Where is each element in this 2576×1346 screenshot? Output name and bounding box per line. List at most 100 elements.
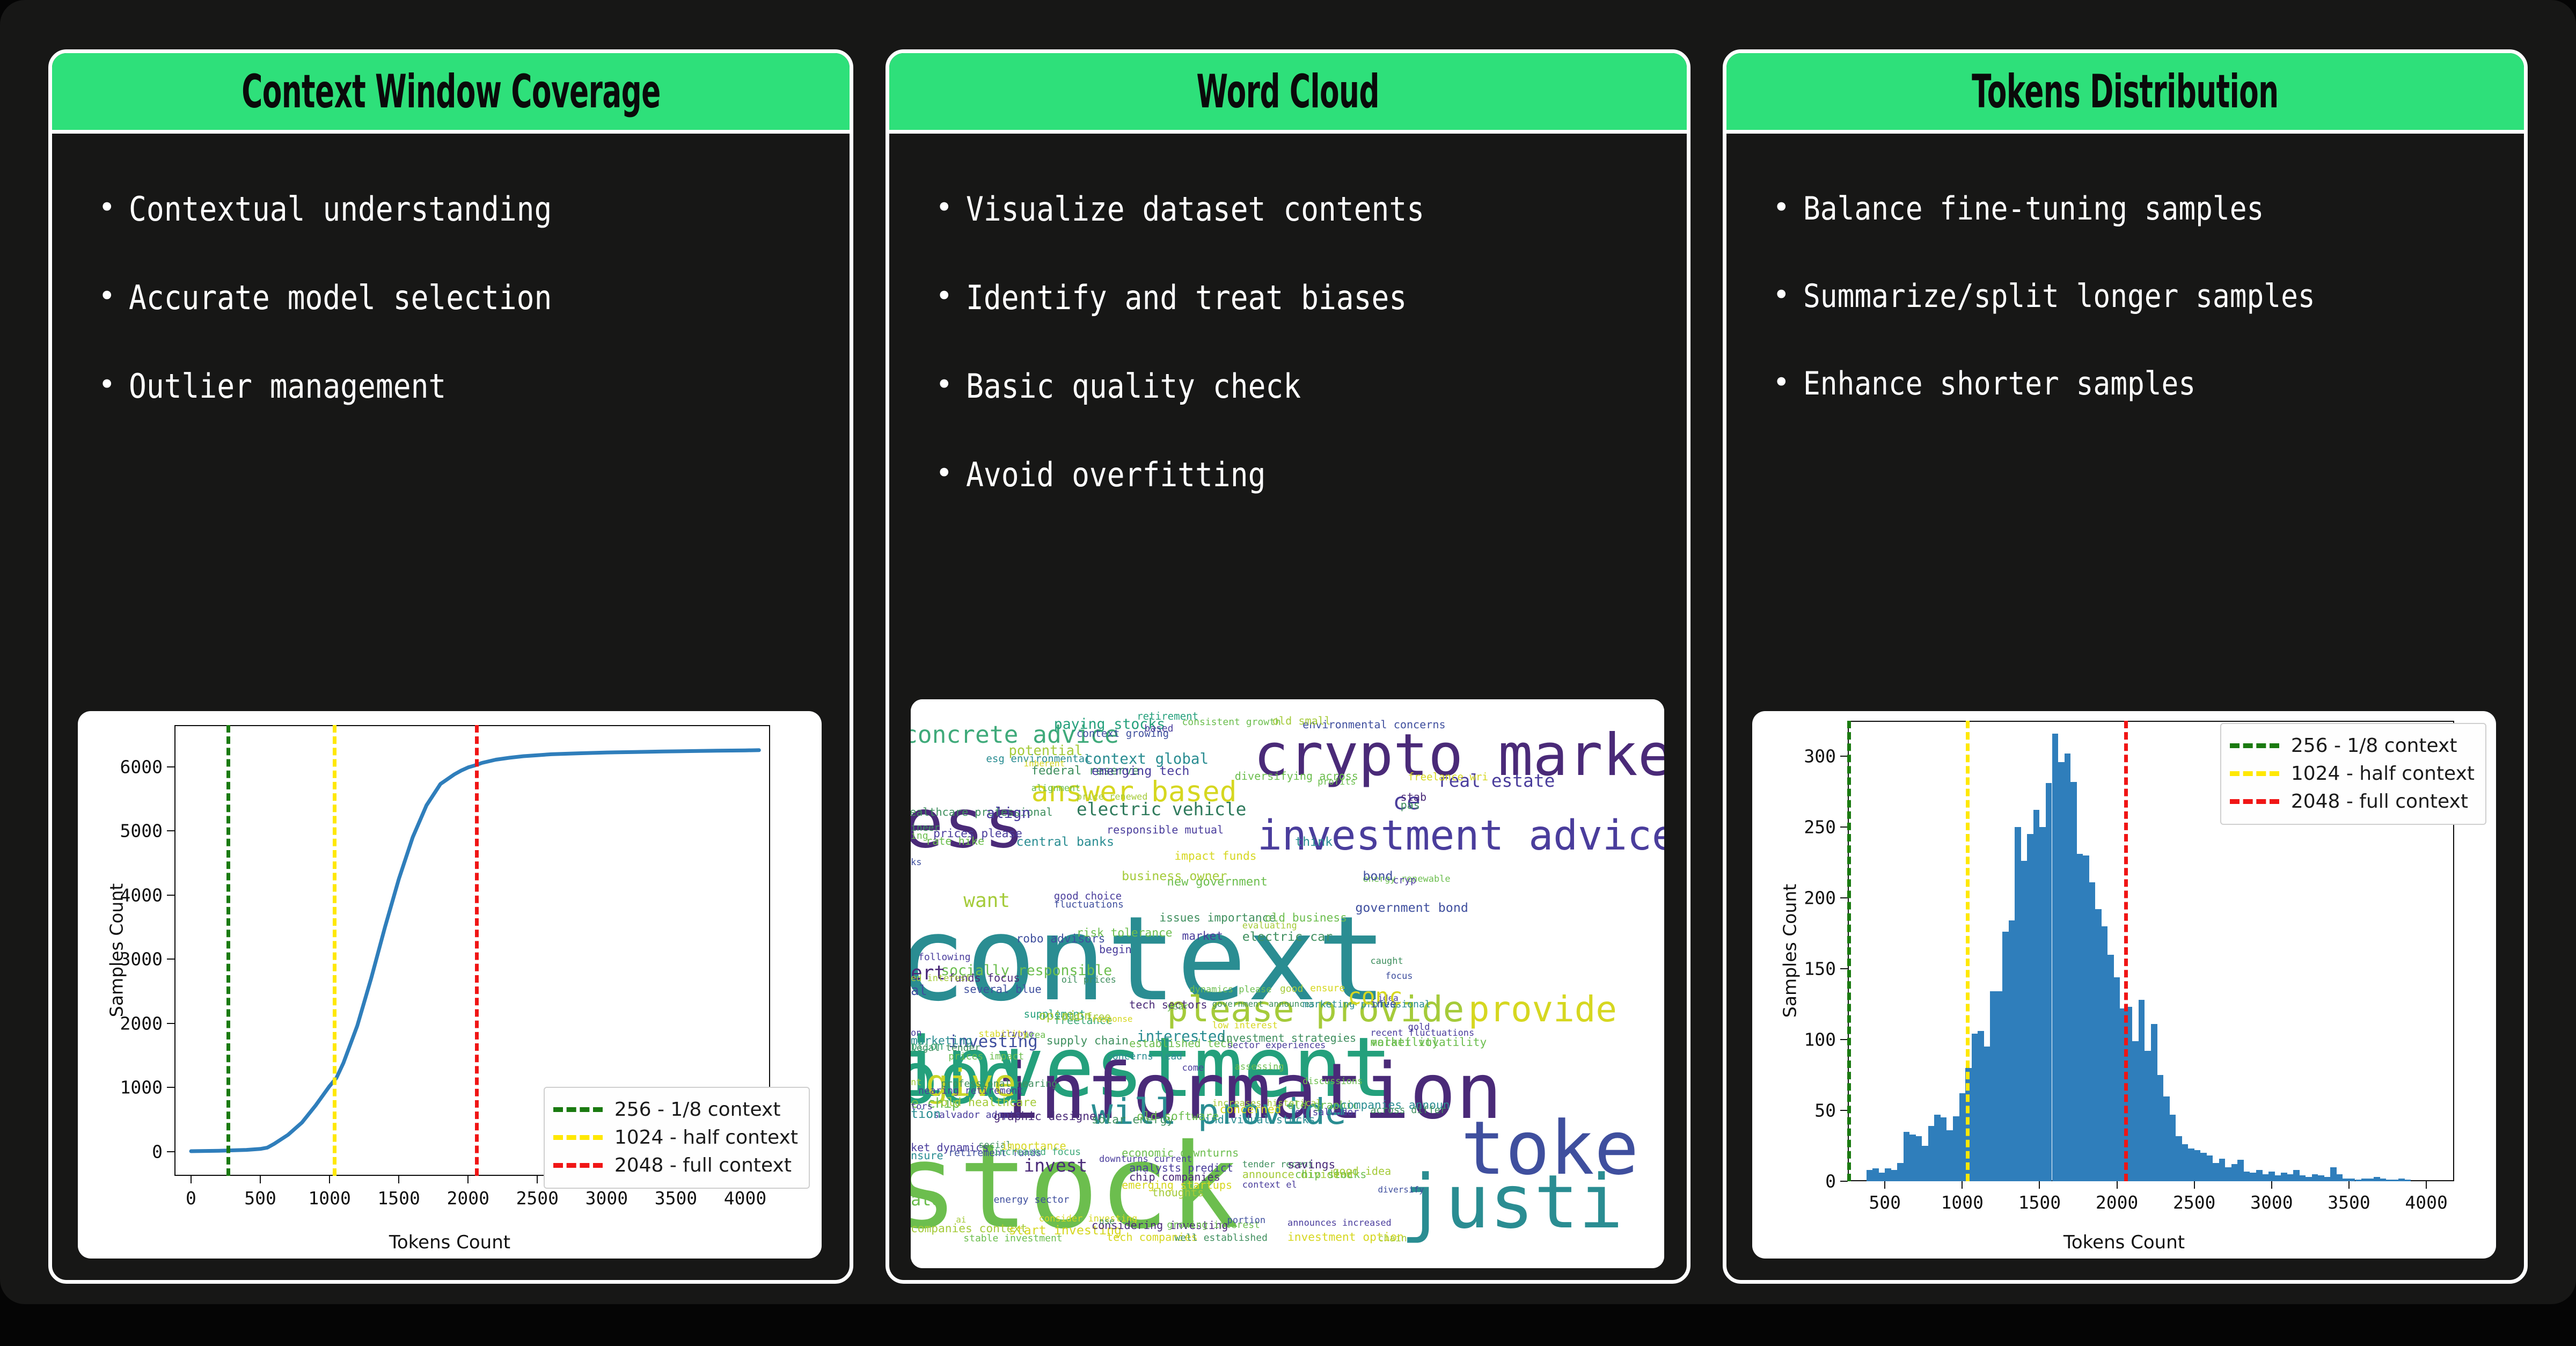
legend-dash-icon: [553, 1162, 603, 1168]
y-tick-label: 0: [1825, 1171, 1836, 1192]
word-cloud-word: discussions: [1302, 1075, 1363, 1086]
histogram-bar: [1922, 1146, 1928, 1181]
word-cloud-word: inherent: [1023, 758, 1065, 769]
histogram-bar: [1940, 1117, 1947, 1181]
word-cloud-word: stability: [978, 1028, 1028, 1039]
legend-dash-icon: [553, 1107, 603, 1112]
histogram-bar: [2089, 882, 2096, 1181]
word-cloud-word: supply chain: [1046, 1034, 1129, 1048]
bullet-marker-icon: •: [98, 191, 116, 224]
screenshot-root: Context Window Coverage • Contextual und…: [0, 0, 2576, 1346]
word-cloud-word: concerns lead: [1107, 1051, 1183, 1063]
histogram-bar: [2027, 834, 2033, 1181]
word-cloud-word: response: [1091, 1014, 1133, 1025]
x-tick-mark: [2116, 1181, 2118, 1189]
word-cloud-word: across differ: [1370, 1104, 1446, 1116]
histogram-bar: [1996, 991, 2003, 1181]
histogram-bar: [2076, 854, 2083, 1181]
histogram-bar: [2169, 1114, 2176, 1181]
histogram-bar: [2330, 1167, 2337, 1181]
word-cloud-word: ks: [911, 856, 922, 867]
word-cloud-canvas: context stock investment information crypto …: [911, 699, 1664, 1268]
histogram-bar: [2306, 1177, 2312, 1181]
legend-dash-icon: [2229, 771, 2279, 776]
histogram-bar: [2231, 1164, 2238, 1181]
histogram-bar: [1866, 1169, 1873, 1181]
legend-label: 2048 - full context: [2290, 790, 2468, 813]
legend-row: 1024 - half context: [2229, 759, 2475, 787]
histogram-bar: [1984, 1047, 1990, 1181]
histogram-bar: [2348, 1178, 2355, 1181]
card-title-2: Tokens Distribution: [1972, 64, 2279, 119]
histogram-bar: [2386, 1180, 2392, 1181]
word-cloud-word: ate: [911, 1189, 942, 1210]
list-item: • Balance fine-tuning samples: [1773, 192, 2502, 225]
word-cloud-word: profits: [1318, 776, 1356, 787]
bullet-marker-icon: •: [98, 279, 116, 313]
word-cloud-word: nsure: [911, 1149, 943, 1162]
list-item: • Basic quality check: [935, 367, 1665, 406]
histogram-bar: [2219, 1158, 2226, 1181]
threshold-line-2048: [2124, 721, 2128, 1181]
word-cloud-word: oil prices: [1061, 974, 1116, 985]
bullet-text: Basic quality check: [965, 367, 1301, 406]
histogram-bar: [1928, 1126, 1935, 1181]
word-cloud-word: concerned: [1219, 1102, 1282, 1116]
card-tokens-distribution: Tokens Distribution • Balance fine-tunin…: [1723, 49, 2528, 1284]
word-cloud-word: caught: [1370, 955, 1403, 967]
word-cloud-word: begin: [1099, 942, 1132, 956]
word-cloud-word: provide: [1468, 989, 1617, 1030]
bullet-list-0: • Contextual understanding • Accurate mo…: [98, 191, 828, 458]
bullet-text: Avoid overfitting: [965, 455, 1265, 494]
word-cloud-word: sector experiences: [1227, 1040, 1326, 1050]
histogram-bar: [2002, 932, 2009, 1181]
word-cloud-word: announces increased: [1287, 1217, 1392, 1228]
histogram-bar: [2070, 781, 2077, 1181]
histogram-bar: [2176, 1136, 2182, 1181]
line-chart: 0 1000 2000 3000 4000 5000 6000 0 500 1000 1500 200…: [78, 711, 822, 1259]
histogram-bar: [2206, 1155, 2213, 1181]
histogram-bar: [1934, 1114, 1941, 1181]
x-axis-label: Tokens Count: [2063, 1232, 2185, 1253]
histogram-bar: [2132, 1041, 2139, 1181]
word-cloud-word: following: [918, 951, 971, 963]
x-tick-mark: [2193, 1181, 2195, 1189]
word-cloud-word: focus: [1385, 970, 1413, 981]
histogram-bar: [1971, 1034, 1978, 1181]
list-item: • Contextual understanding: [98, 191, 828, 226]
histogram-bar: [1978, 1031, 1984, 1181]
x-tick-mark: [2426, 1181, 2427, 1189]
word-cloud-word: context growing: [1076, 728, 1169, 740]
histogram-bar: [2398, 1178, 2405, 1181]
word-cloud-word: thoughts: [1152, 1186, 1204, 1199]
figure-context-window-coverage: 0 1000 2000 3000 4000 5000 6000 0 500 1000 1500 200…: [78, 711, 822, 1259]
chart-legend: 256 - 1/8 context 1024 - half context 2048…: [543, 1087, 810, 1189]
card-body-2: • Balance fine-tuning samples • Summariz…: [1726, 134, 2524, 1280]
histogram-bar: [2015, 827, 2021, 1181]
bullet-marker-icon: •: [98, 368, 116, 401]
word-cloud-word: ing: [911, 830, 928, 842]
histogram-bar: [2281, 1173, 2287, 1181]
histogram-bar: [2107, 954, 2114, 1181]
word-cloud-word: prices impact: [948, 1051, 1024, 1063]
word-cloud-word: ed interest: [911, 972, 971, 983]
histogram-bar: [1909, 1134, 1916, 1181]
word-cloud-word: on: [911, 1027, 922, 1038]
threshold-line-256: [226, 725, 231, 1176]
word-cloud-word: diversify: [1378, 1184, 1424, 1195]
histogram-bar: [2404, 1180, 2411, 1181]
figure-tokens-distribution: 0 50 100 150 200 250 300 500 1000 1500 2000 2500 300…: [1752, 711, 2496, 1259]
word-cloud-word: well established: [1174, 1232, 1268, 1244]
word-cloud-word: government bond: [1355, 901, 1468, 916]
histogram-bar: [2274, 1175, 2281, 1181]
histogram-bar: [2033, 810, 2040, 1181]
legend-label: 1024 - half context: [2290, 762, 2475, 785]
word-cloud-word: cryp: [1393, 874, 1416, 886]
x-tick-mark: [2271, 1181, 2272, 1189]
word-cloud-word: year: [1167, 1000, 1189, 1012]
word-cloud-word: retirement: [1137, 711, 1199, 723]
word-cloud-word: ensure: [1310, 983, 1345, 994]
word-cloud-word: good idea: [1333, 1165, 1392, 1178]
legend-row: 2048 - full context: [553, 1151, 798, 1179]
bullet-text: Enhance shorter samples: [1803, 365, 2196, 403]
